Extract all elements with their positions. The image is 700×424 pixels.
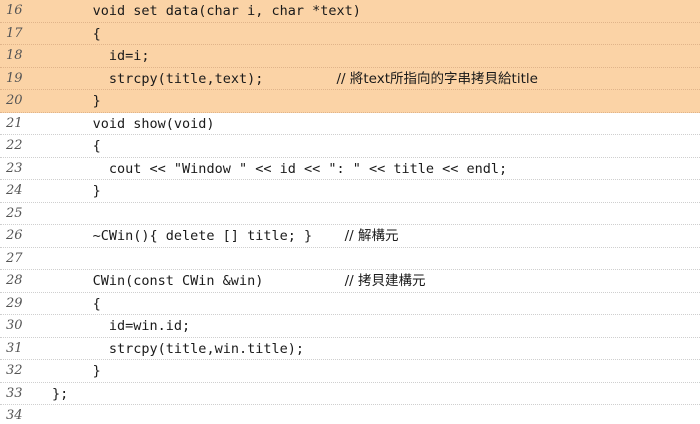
code-comment: // 將text所指向的字串拷貝給title xyxy=(336,70,538,87)
code-line: 16 void set data(char i, char *text) xyxy=(0,0,700,23)
code-text: { xyxy=(52,293,101,316)
code-text: }; xyxy=(52,383,68,406)
code-line: 21 void show(void) xyxy=(0,113,700,136)
line-number: 32 xyxy=(6,363,23,378)
code-text: } xyxy=(52,180,101,203)
code-line: 22 { xyxy=(0,135,700,158)
code-text: { xyxy=(52,135,101,158)
code-statement: } xyxy=(92,183,101,199)
code-statement: } xyxy=(92,93,101,109)
code-line: 27 xyxy=(0,248,700,270)
code-line: 33}; xyxy=(0,383,700,406)
line-number: 23 xyxy=(6,160,23,176)
code-statement: }; xyxy=(52,385,69,402)
code-line: 31 strcpy(title,win.title); xyxy=(0,338,700,361)
line-number: 25 xyxy=(6,205,23,221)
line-number: 17 xyxy=(6,25,23,41)
code-line: 23 cout << "Window " << id << ": " << ti… xyxy=(0,158,700,181)
code-statement: { xyxy=(92,25,101,42)
code-listing: 16 void set data(char i, char *text) 17 {… xyxy=(0,0,700,424)
code-text: ~CWin(){ delete [] title; } // 解構元 xyxy=(52,225,399,248)
line-number: 19 xyxy=(6,70,23,86)
code-line: 24 } xyxy=(0,180,700,203)
code-line: 19 strcpy(title,text); // 將text所指向的字串拷貝給… xyxy=(0,67,700,91)
line-number: 28 xyxy=(6,273,23,288)
line-number: 30 xyxy=(6,318,23,333)
line-number: 31 xyxy=(6,340,23,356)
code-text: cout << "Window " << id << ": " << title… xyxy=(52,158,507,181)
code-statement: cout << "Window " << id << ": " << title… xyxy=(108,160,508,177)
code-line: 25 xyxy=(0,203,700,225)
code-line: 20 } xyxy=(0,90,700,113)
line-number: 27 xyxy=(6,250,23,266)
code-statement: CWin(const CWin &win) xyxy=(92,273,264,289)
line-number: 33 xyxy=(6,385,23,401)
comment-padding xyxy=(263,71,336,87)
code-text: id=win.id; xyxy=(52,315,190,338)
code-comment: // 拷貝建構元 xyxy=(344,273,426,289)
code-statement: { xyxy=(92,138,101,154)
code-statement: void set data(char i, char *text) xyxy=(92,3,361,19)
code-line: 32 } xyxy=(0,360,700,383)
code-text: { xyxy=(52,23,101,46)
code-text: strcpy(title,text); // 將text所指向的字串拷貝給tit… xyxy=(52,68,538,91)
code-comment: // 解構元 xyxy=(344,228,399,244)
code-text: strcpy(title,win.title); xyxy=(52,338,304,361)
line-number: 29 xyxy=(6,295,23,311)
code-statement: id=win.id; xyxy=(108,318,191,334)
line-number: 20 xyxy=(6,93,23,108)
code-line: 18 id=i; xyxy=(0,45,700,68)
code-line: 28 CWin(const CWin &win) // 拷貝建構元 xyxy=(0,270,700,293)
line-number: 22 xyxy=(6,138,23,153)
code-line: 29 { xyxy=(0,293,700,316)
code-statement: ~CWin(){ delete [] title; } xyxy=(92,228,313,244)
code-statement: strcpy(title,win.title); xyxy=(108,340,304,357)
code-statement: void show(void) xyxy=(92,115,215,132)
code-text: CWin(const CWin &win) // 拷貝建構元 xyxy=(52,270,426,293)
code-text: void set data(char i, char *text) xyxy=(52,0,361,23)
comment-padding xyxy=(312,228,345,244)
code-text: } xyxy=(52,90,101,113)
code-text: } xyxy=(52,360,101,383)
line-number: 26 xyxy=(6,228,23,243)
code-text: void show(void) xyxy=(52,113,215,136)
code-line: 26 ~CWin(){ delete [] title; } // 解構元 xyxy=(0,225,700,248)
code-statement: { xyxy=(92,295,101,312)
code-line: 17 { xyxy=(0,22,700,46)
line-number: 24 xyxy=(6,183,23,198)
code-text: id=i; xyxy=(52,45,150,68)
code-statement: } xyxy=(92,363,101,379)
code-statement: strcpy(title,text); xyxy=(108,70,264,87)
comment-padding xyxy=(263,273,344,289)
code-line: 30 id=win.id; xyxy=(0,315,700,338)
code-line: 34 xyxy=(0,405,700,424)
line-number: 16 xyxy=(6,3,23,18)
line-number: 21 xyxy=(6,115,23,131)
code-statement: id=i; xyxy=(108,48,150,64)
line-number: 18 xyxy=(6,48,23,63)
line-number: 34 xyxy=(6,408,23,423)
